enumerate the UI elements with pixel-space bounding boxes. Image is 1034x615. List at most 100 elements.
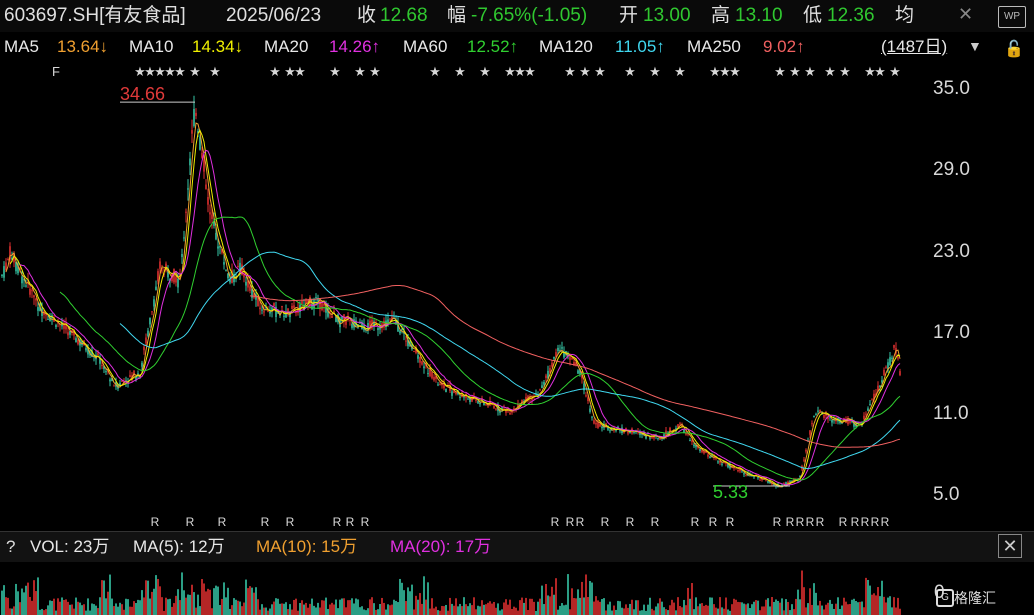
volume-bar — [775, 599, 777, 615]
volume-bar — [621, 607, 623, 615]
help-icon[interactable]: ? — [6, 532, 15, 562]
candle-body — [691, 440, 693, 442]
triangle-down-icon[interactable]: ▼ — [968, 38, 982, 54]
candle-body — [147, 330, 149, 336]
candle-body — [809, 430, 811, 435]
volume-bar — [449, 597, 451, 615]
volume-bar — [239, 601, 241, 615]
volume-bar — [523, 602, 525, 615]
y-tick: 17.0 — [933, 322, 970, 343]
volume-bar — [299, 602, 301, 615]
volume-bar — [587, 597, 589, 615]
volume-bar — [455, 598, 457, 615]
signal-star-marker: ★ — [649, 64, 661, 79]
volume-bar — [431, 598, 433, 615]
candle-body — [109, 379, 111, 382]
candle-body — [423, 366, 425, 369]
candle-body — [545, 375, 547, 379]
signal-r-marker: R — [566, 515, 575, 529]
volume-bar — [849, 604, 851, 615]
high-label: 高 — [711, 5, 731, 26]
volume-bar — [675, 610, 677, 615]
close-icon[interactable]: ✕ — [998, 534, 1022, 558]
candle-body — [31, 290, 33, 292]
volume-bar — [189, 594, 191, 615]
volume-bar — [603, 598, 605, 615]
signal-r-marker: R — [361, 515, 370, 529]
price-chart[interactable]: 34.665.33★★★★★ ★ ★ ★ ★★ ★ ★ ★ ★ ★ ★ ★★★ ★ ★ ★ ★ ★ ★ ★★★ ★ ★ ★… — [0, 62, 925, 530]
wp-icon[interactable]: WP — [998, 6, 1026, 28]
volume-bar — [79, 602, 81, 615]
stock-symbol[interactable]: 603697.SH[有友食品] — [4, 0, 186, 32]
volume-bar — [107, 591, 109, 615]
volume-bar — [59, 601, 61, 615]
volume-bar — [549, 596, 551, 615]
volume-bar — [361, 606, 363, 615]
volume-bar — [13, 606, 15, 615]
x-icon[interactable]: ✕ — [958, 4, 973, 25]
candle-body — [413, 350, 415, 352]
volume-bar — [573, 598, 575, 615]
lock-icon[interactable]: 🔓 — [1004, 39, 1024, 59]
ma5-line — [5, 122, 901, 488]
candle-body — [595, 422, 597, 425]
volume-bar — [507, 604, 509, 615]
signal-star-marker: ★ — [824, 64, 836, 79]
volume-bar — [513, 606, 515, 615]
volume-bar — [701, 603, 703, 615]
ma10-label: MA10 — [129, 37, 174, 56]
volume-bar — [277, 598, 279, 615]
volume-bar — [681, 607, 683, 615]
volume-bar — [75, 597, 77, 615]
brand-logo-icon: G — [936, 589, 954, 607]
ma20-label: MA20 — [264, 37, 309, 56]
y-tick: 23.0 — [933, 241, 970, 262]
volume-bar — [745, 604, 747, 615]
volume-legend: ? VOL: 23万 MA(5): 12万 MA(10): 15万 MA(20)… — [0, 531, 1034, 562]
price-axis: 35.0 29.0 23.0 17.0 11.0 5.0 — [925, 62, 1034, 530]
candle-body — [263, 311, 265, 313]
signal-r-marker: R — [709, 515, 718, 529]
candle-body — [823, 415, 825, 418]
candle-body — [445, 388, 447, 393]
candle-body — [273, 303, 275, 307]
volume-bar — [779, 602, 781, 615]
period-selector[interactable]: (1487日) — [881, 32, 947, 62]
candle-body — [137, 373, 139, 375]
volume-bar — [181, 572, 183, 615]
volume-bar — [753, 601, 755, 615]
volume-bar — [351, 598, 353, 615]
volume-bar — [441, 605, 443, 615]
candle-body — [811, 423, 813, 425]
signal-r-marker: R — [626, 515, 635, 529]
candle-body — [203, 159, 205, 172]
volume-bar — [375, 609, 377, 615]
volume-bar — [47, 605, 49, 615]
volume-bar — [649, 597, 651, 615]
candle-body — [33, 295, 35, 298]
volume-bar — [771, 597, 773, 615]
volume-bar — [527, 610, 529, 615]
volume-bar — [557, 609, 559, 615]
volume-bar — [551, 586, 553, 615]
volume-bar — [807, 603, 809, 615]
volume-bar — [369, 599, 371, 615]
candle-body — [351, 323, 353, 328]
volume-chart[interactable] — [0, 562, 925, 615]
volume-bar — [539, 598, 541, 615]
signal-star-marker: ★ — [839, 64, 851, 79]
candle-body — [67, 332, 69, 336]
volume-bar — [847, 604, 849, 615]
volume-bar — [687, 587, 689, 615]
volume-bar — [37, 577, 39, 615]
signal-r-marker: R — [261, 515, 270, 529]
volume-bar — [577, 589, 579, 615]
candle-body — [757, 477, 759, 479]
volume-bar — [829, 599, 831, 615]
ma120-value: 11.05↑ — [615, 37, 665, 56]
candle-body — [891, 357, 893, 359]
volume-bar — [731, 604, 733, 615]
volume-bar — [797, 589, 799, 615]
volume-bar — [61, 597, 63, 615]
volume-bar — [699, 603, 701, 615]
